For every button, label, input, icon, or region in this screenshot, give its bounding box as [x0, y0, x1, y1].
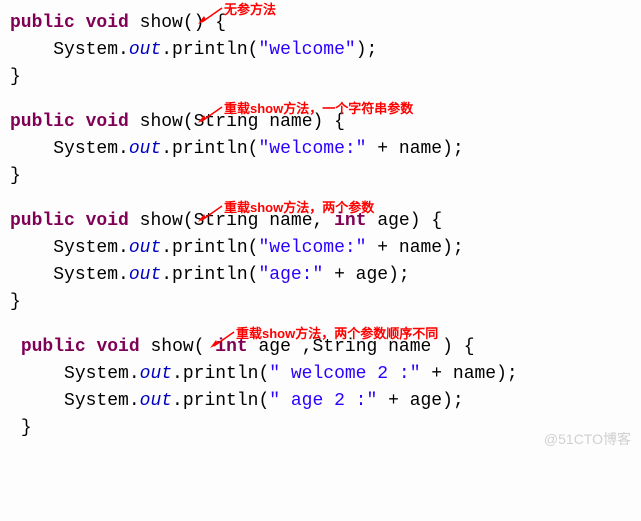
code-line: public void show( int age ,String name )…	[10, 334, 631, 442]
annotation-4: 重载show方法，两个参数顺序不同	[236, 324, 438, 344]
code-line: public void show(String name, int age) {…	[10, 208, 631, 316]
code-line: public void show(String name) { System.o…	[10, 109, 631, 190]
code-block-2: 重载show方法，一个字符串参数 public void show(String…	[10, 109, 631, 190]
code-block-3: 重载show方法，两个参数 public void show(String na…	[10, 208, 631, 316]
code-line: public void show() { System.out.println(…	[10, 10, 631, 91]
watermark: @51CTO博客	[544, 429, 631, 450]
annotation-1: 无参方法	[224, 0, 276, 20]
annotation-3: 重载show方法，两个参数	[224, 198, 374, 218]
annotation-2: 重载show方法，一个字符串参数	[224, 99, 413, 119]
code-block-4: 重载show方法，两个参数顺序不同 public void show( int …	[10, 334, 631, 442]
code-block-1: 无参方法 public void show() { System.out.pri…	[10, 10, 631, 91]
